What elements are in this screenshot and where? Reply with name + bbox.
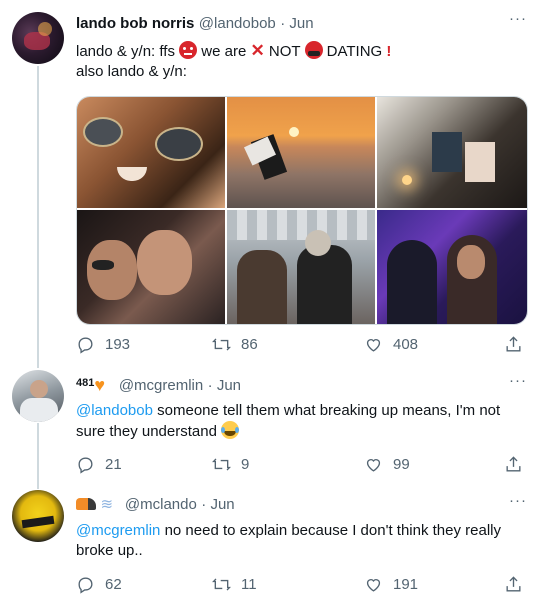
- handle[interactable]: @mclando: [125, 496, 197, 513]
- timestamp[interactable]: · Jun: [208, 377, 241, 394]
- photo-selfie-sunglasses[interactable]: [77, 97, 225, 208]
- avatar[interactable]: [12, 490, 64, 542]
- retweet-button[interactable]: 9: [212, 455, 249, 474]
- more-icon[interactable]: ···: [509, 372, 527, 389]
- share-icon: [506, 576, 521, 592]
- timestamp[interactable]: · Jun: [201, 496, 234, 513]
- more-icon[interactable]: ···: [509, 10, 527, 27]
- share-icon: [506, 456, 521, 472]
- like-icon: [366, 459, 381, 472]
- mention-link[interactable]: @landobob: [76, 402, 153, 419]
- more-icon[interactable]: ···: [509, 492, 527, 509]
- exclamation-icon: !: [386, 43, 392, 60]
- reply-button[interactable]: 193: [76, 335, 130, 354]
- thread-line: [37, 423, 39, 489]
- retweet-button[interactable]: 11: [212, 575, 257, 594]
- display-name[interactable]: lando bob norris: [76, 15, 194, 32]
- photo-airport[interactable]: [227, 210, 375, 324]
- handle[interactable]: @landobob: [199, 15, 276, 32]
- like-icon: [366, 579, 381, 592]
- photo-beach-sunset[interactable]: [227, 97, 375, 208]
- reply-button[interactable]: 21: [76, 455, 122, 474]
- tweet-text: @mcgremlin no need to explain because I …: [76, 522, 501, 559]
- share-button[interactable]: [504, 575, 523, 594]
- race-car-icon: [76, 498, 96, 510]
- photo-dinner-candle[interactable]: [377, 97, 527, 208]
- thread-line: [37, 66, 39, 368]
- media-grid[interactable]: [76, 96, 528, 325]
- retweet-icon: [212, 338, 231, 351]
- dash-icon: ≋: [100, 496, 114, 513]
- like-button[interactable]: 408: [364, 335, 418, 354]
- share-button[interactable]: [504, 455, 523, 474]
- tears-of-joy-icon: [221, 421, 240, 439]
- share-icon: [506, 336, 521, 352]
- reply-icon: [78, 577, 93, 594]
- cursing-face-icon: [304, 41, 323, 59]
- mention-link[interactable]: @mcgremlin: [76, 522, 160, 539]
- share-button[interactable]: [504, 335, 523, 354]
- retweet-icon: [212, 458, 231, 471]
- reply-icon: [78, 457, 93, 474]
- retweet-button[interactable]: 86: [212, 335, 258, 354]
- like-button[interactable]: 99: [364, 455, 410, 474]
- handle[interactable]: @mcgremlin: [119, 377, 203, 394]
- cross-mark-icon: ✕: [250, 41, 265, 60]
- photo-neon-selfie[interactable]: [377, 210, 527, 324]
- photo-couple-closeup[interactable]: [77, 210, 225, 324]
- display-name[interactable]: 481: [76, 377, 94, 389]
- reply-icon: [78, 337, 93, 354]
- tweet-text: lando & y/n: ffs we are ✕ NOT DATING ! a…: [76, 41, 392, 80]
- orange-heart-icon: ♥: [94, 375, 106, 395]
- like-icon: [366, 339, 381, 352]
- timestamp[interactable]: · Jun: [280, 15, 313, 32]
- avatar[interactable]: [12, 370, 64, 422]
- retweet-icon: [212, 578, 231, 591]
- like-button[interactable]: 191: [364, 575, 418, 594]
- angry-face-icon: [179, 41, 198, 59]
- avatar[interactable]: [12, 12, 64, 64]
- reply-button[interactable]: 62: [76, 575, 122, 594]
- tweet-text: @landobob someone tell them what breakin…: [76, 402, 501, 440]
